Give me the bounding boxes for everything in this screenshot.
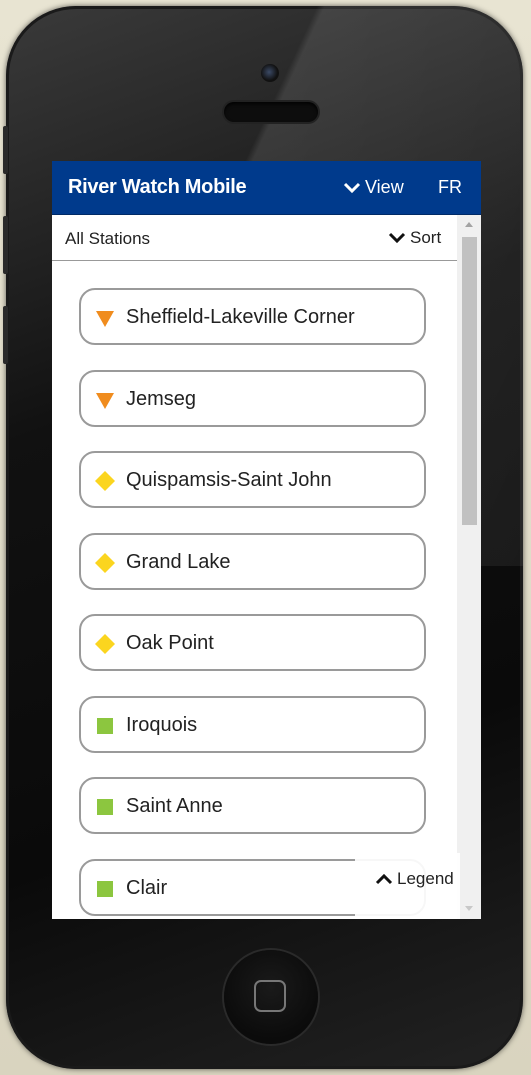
chevron-down-icon [388,232,406,244]
station-name: Grand Lake [126,551,231,573]
station-item[interactable]: Sheffield-Lakeville Corner [79,288,426,345]
station-item[interactable]: Jemseg [79,370,426,427]
yellow-diamond-icon [95,634,115,654]
yellow-diamond-icon [95,471,115,491]
sort-label: Sort [410,228,442,247]
view-label: View [365,177,404,197]
sort-button[interactable]: Sort [388,228,441,248]
filter-label[interactable]: All Stations [65,229,150,249]
language-toggle-button[interactable]: FR [438,177,462,198]
earpiece-speaker [224,102,318,122]
scrollbar[interactable] [457,215,481,919]
station-name: Jemseg [126,388,197,410]
green-square-icon [97,718,113,734]
yellow-diamond-icon [95,553,115,573]
home-square-icon [254,980,286,1012]
filter-bar: All Stations Sort [52,215,457,261]
station-item[interactable]: Grand Lake [79,533,426,590]
orange-triangle-icon [96,311,114,327]
station-item[interactable]: Quispamsis-Saint John [79,451,426,508]
station-name: Quispamsis-Saint John [126,469,332,491]
station-item[interactable]: Oak Point [79,614,426,671]
station-name: Clair [126,877,168,899]
view-dropdown-button[interactable]: View [343,177,404,198]
volume-up-button [3,216,8,274]
station-name: Saint Anne [126,795,223,817]
scroll-up-arrow-icon[interactable] [465,222,473,227]
chevron-up-icon [375,873,393,885]
station-item[interactable]: Iroquois [79,696,426,753]
station-name: Sheffield-Lakeville Corner [126,306,355,328]
home-button[interactable] [224,950,318,1044]
volume-down-button [3,306,8,364]
phone-screen: River Watch Mobile View FR All Stations … [52,161,481,919]
app-header: River Watch Mobile View FR [52,161,481,215]
legend-inner: Legend [375,869,454,889]
green-square-icon [97,881,113,897]
chevron-down-icon [343,182,361,193]
station-item[interactable]: Saint Anne [79,777,426,834]
mute-switch [3,126,8,174]
scroll-down-arrow-icon[interactable] [465,906,473,911]
legend-label: Legend [397,869,454,888]
station-name: Iroquois [126,714,198,736]
orange-triangle-icon [96,393,114,409]
front-camera [261,64,279,82]
app-title: River Watch Mobile [68,176,247,198]
green-square-icon [97,799,113,815]
legend-toggle-button[interactable]: Legend [355,853,460,919]
scrollbar-thumb[interactable] [462,237,477,525]
station-name: Oak Point [126,632,214,654]
